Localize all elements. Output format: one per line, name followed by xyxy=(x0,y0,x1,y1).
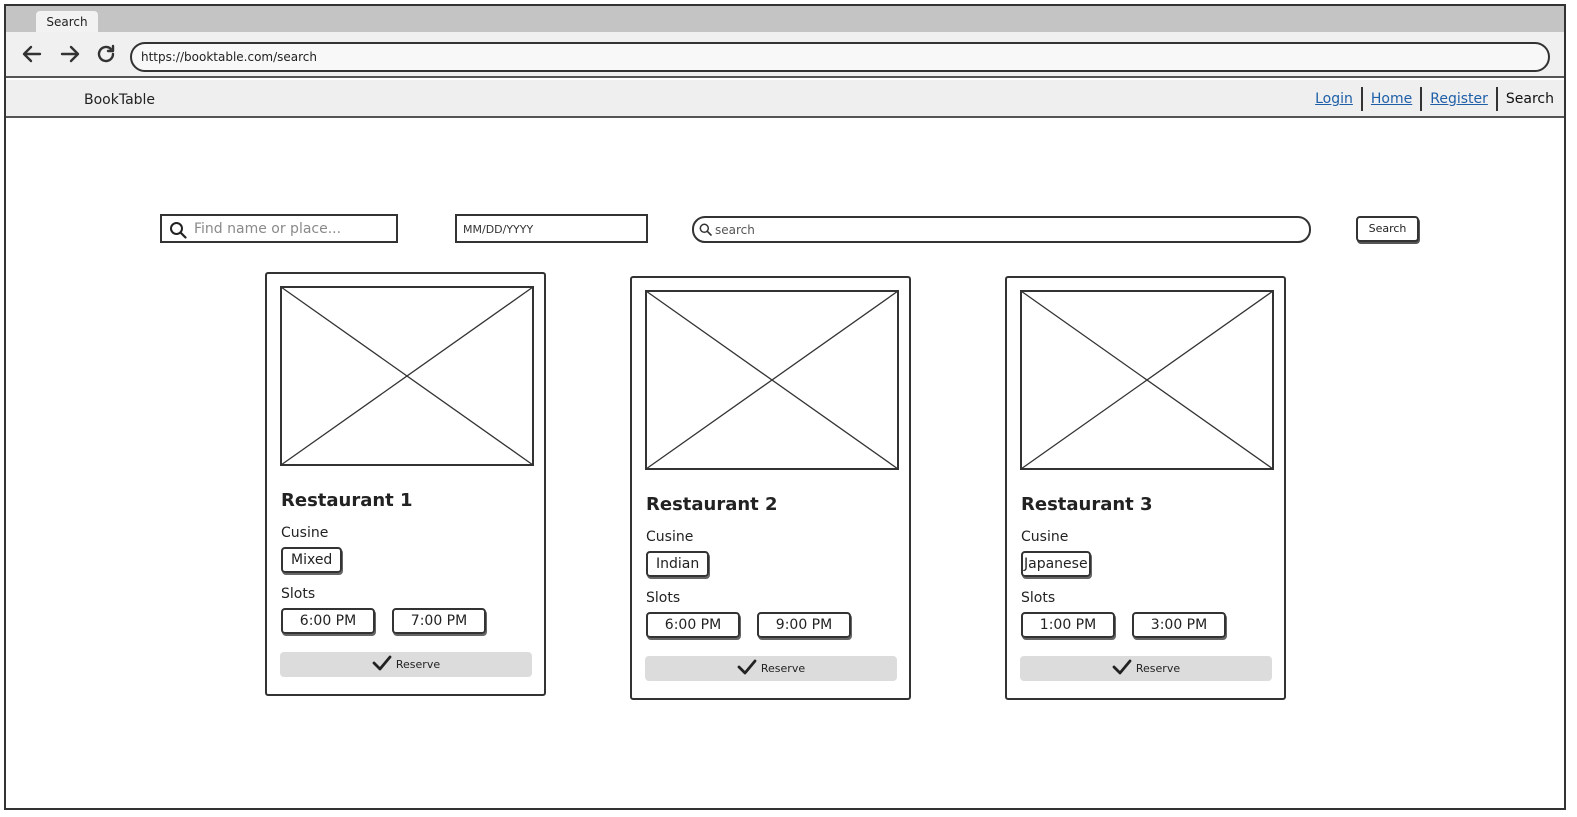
image-placeholder xyxy=(280,286,534,466)
arrow-right-icon[interactable] xyxy=(58,42,82,66)
browser-tab[interactable]: Search xyxy=(36,11,98,32)
checkmark-icon xyxy=(737,659,757,675)
reserve-label: Reserve xyxy=(760,662,806,675)
image-placeholder xyxy=(645,290,899,470)
slot-button[interactable]: 3:00 PM xyxy=(1132,612,1226,638)
url-field[interactable]: https://booktable.com/search xyxy=(130,42,1550,72)
reserve-label: Reserve xyxy=(1135,662,1181,675)
slots-label: Slots xyxy=(646,590,681,606)
restaurant-card: Restaurant 3 Cusine Japanese Slots 1:00 … xyxy=(1005,276,1286,700)
cuisine-badge: Japanese xyxy=(1021,551,1091,577)
browser-window: Search https://booktable.com/search Book… xyxy=(4,4,1566,810)
checkmark-icon xyxy=(372,655,392,671)
search-icon xyxy=(170,222,187,239)
cuisine-label: Cusine xyxy=(281,525,329,541)
slots-label: Slots xyxy=(1021,590,1056,606)
nav-home-link[interactable]: Home xyxy=(1363,87,1423,111)
restaurant-card: Restaurant 1 Cusine Mixed Slots 6:00 PM … xyxy=(265,272,546,696)
find-name-place-field xyxy=(160,214,398,243)
nav-register-link[interactable]: Register xyxy=(1422,87,1498,111)
slots-label: Slots xyxy=(281,586,316,602)
arrow-left-icon[interactable] xyxy=(20,42,44,66)
slot-button[interactable]: 9:00 PM xyxy=(757,612,851,638)
find-name-place-input[interactable] xyxy=(194,218,390,240)
search-icon xyxy=(699,223,712,236)
cuisine-label: Cusine xyxy=(1021,529,1069,545)
nav-links: Login Home Register Search xyxy=(1307,86,1562,112)
slot-button[interactable]: 6:00 PM xyxy=(646,612,740,638)
search-input[interactable] xyxy=(715,220,1295,239)
brand-name: BookTable xyxy=(84,92,156,108)
slot-button[interactable]: 7:00 PM xyxy=(392,608,486,634)
image-placeholder xyxy=(1020,290,1274,470)
date-input[interactable] xyxy=(463,219,639,239)
address-bar: https://booktable.com/search xyxy=(6,32,1564,78)
tab-strip: Search xyxy=(6,6,1564,32)
slot-button[interactable]: 6:00 PM xyxy=(281,608,375,634)
cuisine-label: Cusine xyxy=(646,529,694,545)
search-button[interactable]: Search xyxy=(1356,216,1419,242)
nav-login-link[interactable]: Login xyxy=(1307,87,1363,111)
cuisine-badge: Mixed xyxy=(281,547,343,573)
date-field xyxy=(455,214,648,243)
nav-search-current: Search xyxy=(1505,91,1554,107)
restaurant-name: Restaurant 2 xyxy=(646,494,778,515)
reserve-button[interactable]: Reserve xyxy=(280,652,532,677)
reserve-label: Reserve xyxy=(395,658,441,671)
reload-icon[interactable] xyxy=(94,42,118,66)
restaurant-name: Restaurant 3 xyxy=(1021,494,1153,515)
restaurant-card: Restaurant 2 Cusine Indian Slots 6:00 PM… xyxy=(630,276,911,700)
cuisine-badge: Indian xyxy=(646,551,710,577)
restaurant-name: Restaurant 1 xyxy=(281,490,413,511)
search-field xyxy=(692,216,1311,243)
reserve-button[interactable]: Reserve xyxy=(645,656,897,681)
slot-button[interactable]: 1:00 PM xyxy=(1021,612,1115,638)
site-header: BookTable Login Home Register Search xyxy=(6,80,1564,118)
reserve-button[interactable]: Reserve xyxy=(1020,656,1272,681)
checkmark-icon xyxy=(1112,659,1132,675)
